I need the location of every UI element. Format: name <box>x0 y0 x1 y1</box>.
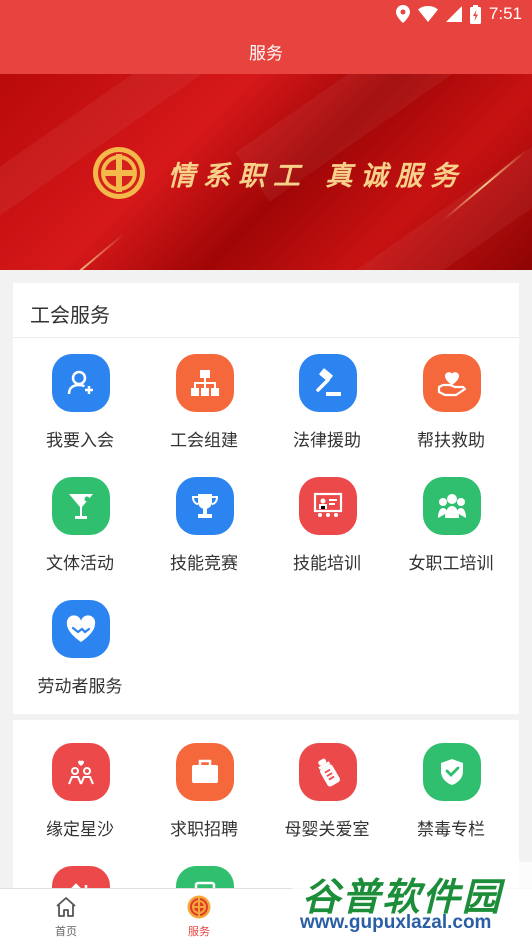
service-union-establishment[interactable]: 工会组建 <box>141 342 267 452</box>
service-worker-services[interactable]: 劳动者服务 <box>17 588 143 698</box>
union-services-card: 工会服务 我要入会 工会组建 法律援助 帮扶救助 文体活动 技能竞赛 技能培训 … <box>13 283 519 714</box>
service-assistance[interactable]: 帮扶救助 <box>388 342 514 452</box>
service-label: 求职招聘 <box>170 820 238 840</box>
service-label: 我要入会 <box>46 431 114 451</box>
service-mother-baby-room[interactable]: 母婴关爱室 <box>264 731 390 841</box>
status-icons: 7:51 <box>395 4 522 24</box>
service-skill-competition[interactable]: 技能竞赛 <box>141 465 267 575</box>
service-label: 母婴关爱室 <box>284 820 370 840</box>
handshake-heart-icon <box>52 600 110 658</box>
service-legal-aid[interactable]: 法律援助 <box>264 342 390 452</box>
service-women-training[interactable]: 女职工培训 <box>388 465 514 575</box>
briefcase-icon <box>176 743 234 801</box>
divider <box>13 337 519 338</box>
home-icon <box>56 897 76 917</box>
cell-signal-icon <box>445 6 462 22</box>
banner-decoration <box>24 232 126 270</box>
service-matchmaking[interactable]: 缘定星沙 <box>17 731 143 841</box>
service-label: 女职工培训 <box>408 554 494 574</box>
service-anti-drug[interactable]: 禁毒专栏 <box>388 731 514 841</box>
watermark: 谷普软件园 www.gupuxlazal.com <box>292 862 532 944</box>
service-cultural-activities[interactable]: 文体活动 <box>17 465 143 575</box>
service-label: 帮扶救助 <box>417 431 485 451</box>
service-label: 文体活动 <box>46 554 114 574</box>
women-group-icon <box>423 477 481 535</box>
couple-icon <box>52 743 110 801</box>
union-emblem-logo <box>93 147 145 199</box>
service-label: 缘定星沙 <box>46 820 114 840</box>
service-skill-training[interactable]: 技能培训 <box>264 465 390 575</box>
add-member-icon <box>52 354 110 412</box>
watermark-url: www.gupuxlazal.com <box>300 912 492 933</box>
baby-bottle-icon <box>299 743 357 801</box>
app-bar: 服务 <box>0 28 532 74</box>
heart-hand-icon <box>423 354 481 412</box>
service-job-recruitment[interactable]: 求职招聘 <box>141 731 267 841</box>
service-label: 劳动者服务 <box>37 677 123 697</box>
banner-slogan: 情系职工 真诚服务 <box>168 160 466 192</box>
service-label: 禁毒专栏 <box>417 820 485 840</box>
trophy-icon <box>176 477 234 535</box>
training-board-icon <box>299 477 357 535</box>
union-emblem-icon <box>187 895 211 919</box>
service-label: 工会组建 <box>170 431 238 451</box>
nav-label: 首页 <box>55 925 77 938</box>
service-label: 法律援助 <box>293 431 361 451</box>
org-chart-icon <box>176 354 234 412</box>
battery-charging-icon <box>469 4 481 24</box>
wifi-icon <box>417 6 438 22</box>
gavel-icon <box>299 354 357 412</box>
shield-check-icon <box>423 743 481 801</box>
service-label: 技能竞赛 <box>170 554 238 574</box>
banner-content: 情系职工 真诚服务 <box>92 146 465 200</box>
nav-services[interactable]: 服务 <box>164 889 234 944</box>
status-time: 7:51 <box>488 4 522 23</box>
nav-home[interactable]: 首页 <box>31 889 101 944</box>
banner[interactable]: 情系职工 真诚服务 <box>0 74 532 270</box>
page-title: 服务 <box>249 43 283 64</box>
trophy-cup-icon <box>52 477 110 535</box>
service-join-union[interactable]: 我要入会 <box>17 342 143 452</box>
location-icon <box>395 5 410 23</box>
service-label: 技能培训 <box>293 554 361 574</box>
nav-label: 服务 <box>188 925 210 938</box>
status-bar: 7:51 <box>0 0 532 28</box>
section-title: 工会服务 <box>30 303 110 327</box>
